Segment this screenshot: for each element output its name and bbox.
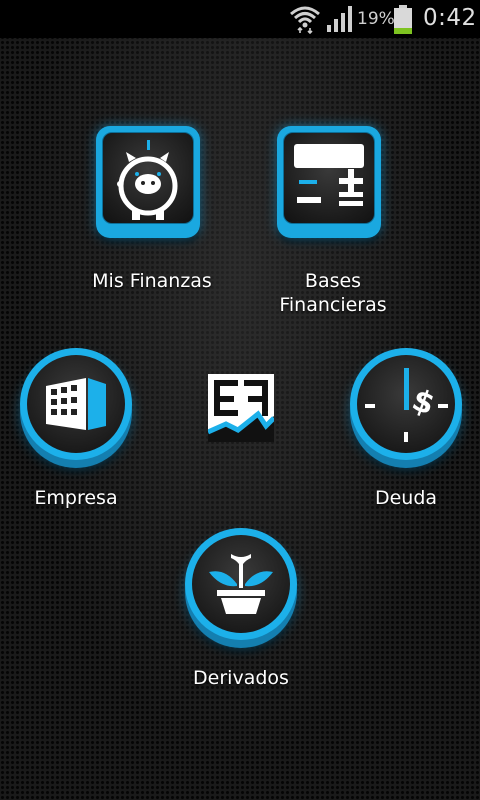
deuda-button[interactable]: $ [350,348,462,468]
app-screen: 19% 0:42 Mis Finanzas Bases Financieras … [0,0,480,800]
bases-financieras-tile[interactable]: Bases Financieras [277,126,389,320]
derivados-label: Derivados [193,667,289,689]
derivados-button[interactable] [185,528,297,648]
battery-percent: 19% [357,9,395,29]
deuda-label: Deuda [374,487,438,509]
empresa-button[interactable] [20,348,132,468]
calculator-icon [294,144,364,206]
wifi-icon [290,6,320,34]
derivados-tile[interactable]: Derivados [185,528,297,692]
empresa-label: Empresa [34,487,118,509]
app-logo [208,374,274,442]
signal-icon [327,6,352,32]
battery-icon [394,5,412,34]
empresa-tile[interactable]: Empresa [20,348,132,512]
status-bar: 19% 0:42 [0,0,480,38]
clock-dollar-icon: $ [365,368,448,442]
mis-finanzas-label: Mis Finanzas [92,270,212,292]
plant-pot-icon [209,554,273,614]
bases-financieras-button[interactable] [277,126,381,238]
building-icon [46,378,106,430]
mis-finanzas-button[interactable] [96,126,200,238]
status-clock: 0:42 [423,5,477,31]
svg-text:$: $ [407,383,439,423]
deuda-tile[interactable]: $ Deuda [350,348,462,512]
bases-financieras-label: Bases Financieras [279,270,387,316]
piggy-bank-icon [117,140,178,220]
mis-finanzas-tile[interactable]: Mis Finanzas [92,126,212,296]
